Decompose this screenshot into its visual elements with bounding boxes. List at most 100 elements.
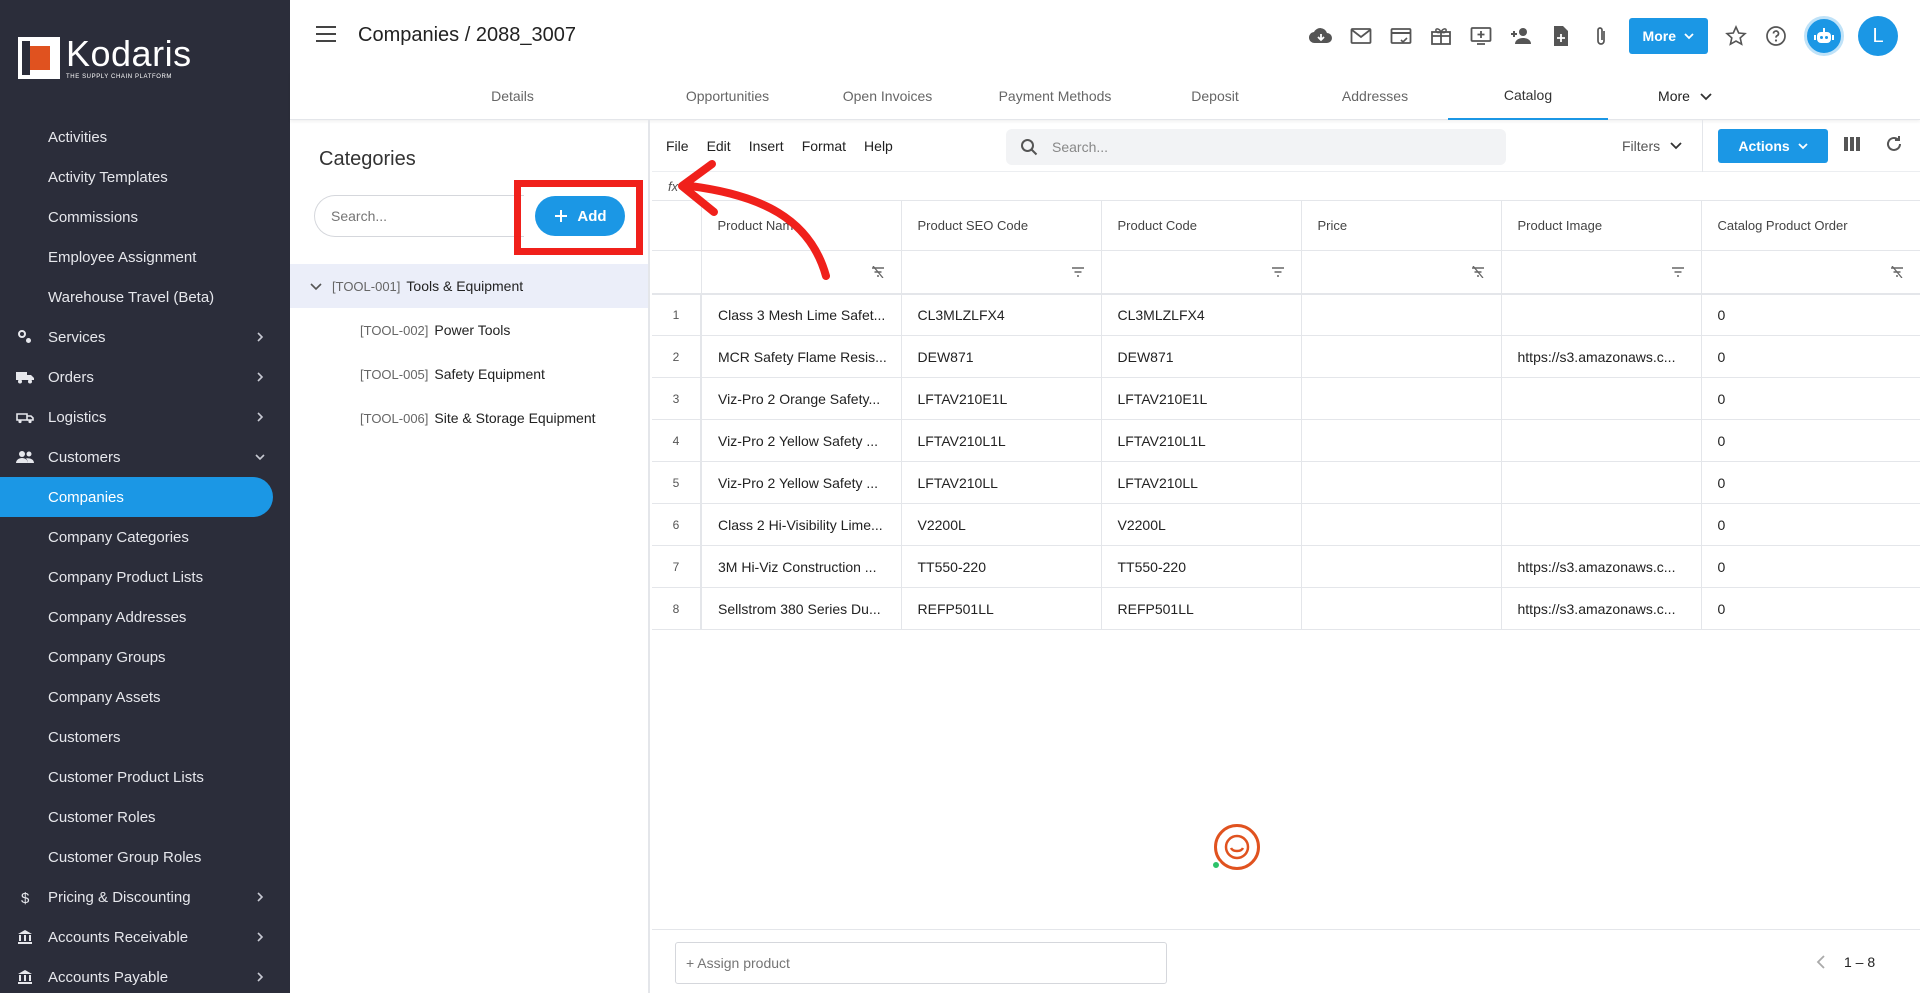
cell-image[interactable]	[1501, 503, 1702, 546]
cell-seo[interactable]: LFTAV210L1L	[901, 419, 1102, 462]
table-row[interactable]: 1 Class 3 Mesh Lime Safet... CL3MLZLFX4 CL3…	[652, 293, 1920, 336]
sidebar-item-customer-group-roles[interactable]: Customer Group Roles	[0, 837, 290, 877]
cell-name[interactable]: Sellstrom 380 Series Du...	[701, 587, 902, 630]
cell-seo[interactable]: REFP501LL	[901, 587, 1102, 630]
cell-seo[interactable]: DEW871	[901, 335, 1102, 378]
columns-icon[interactable]	[1842, 134, 1862, 154]
add-screen-icon[interactable]	[1461, 17, 1501, 55]
cell-price[interactable]	[1301, 335, 1502, 378]
filter-clear-icon[interactable]	[871, 265, 885, 281]
sidebar-item-company-assets[interactable]: Company Assets	[0, 677, 290, 717]
menu-file[interactable]: File	[666, 138, 689, 154]
table-row[interactable]: 5 Viz-Pro 2 Yellow Safety ... LFTAV210LL LF…	[652, 461, 1920, 504]
filter-cell[interactable]	[901, 250, 1102, 295]
filter-icon[interactable]	[1271, 265, 1285, 281]
column-header-product-name[interactable]: Product Name	[701, 200, 902, 251]
star-icon[interactable]	[1716, 17, 1756, 55]
sidebar-item-warehouse-travel-beta[interactable]: Warehouse Travel (Beta)	[0, 277, 290, 317]
column-header-product-seo-code[interactable]: Product SEO Code	[901, 200, 1102, 251]
tab-more[interactable]: More	[1610, 72, 1760, 120]
cell-image[interactable]: https://s3.amazonaws.c...	[1501, 587, 1702, 630]
cell-price[interactable]	[1301, 461, 1502, 504]
cell-price[interactable]	[1301, 545, 1502, 588]
sidebar-item-activities[interactable]: Activities	[0, 117, 290, 157]
cell-image[interactable]	[1501, 419, 1702, 462]
cell-seo[interactable]: LFTAV210LL	[901, 461, 1102, 504]
chevron-left-icon[interactable]	[1816, 955, 1826, 969]
cell-image[interactable]: https://s3.amazonaws.c...	[1501, 335, 1702, 378]
actions-button[interactable]: Actions	[1718, 129, 1828, 163]
cell-order[interactable]: 0	[1701, 461, 1920, 504]
cell-image[interactable]: https://s3.amazonaws.c...	[1501, 545, 1702, 588]
cell-name[interactable]: Viz-Pro 2 Yellow Safety ...	[701, 461, 902, 504]
cell-image[interactable]	[1501, 293, 1702, 336]
sidebar-item-services[interactable]: Services	[0, 317, 290, 357]
menu-help[interactable]: Help	[864, 138, 893, 154]
filter-icon[interactable]	[1071, 265, 1085, 281]
filter-cell[interactable]	[1701, 250, 1920, 295]
filter-clear-icon[interactable]	[1890, 265, 1904, 281]
category-tools-equipment[interactable]: [TOOL-001] Tools & Equipment	[290, 264, 648, 308]
sidebar-item-customer-roles[interactable]: Customer Roles	[0, 797, 290, 837]
cell-seo[interactable]: V2200L	[901, 503, 1102, 546]
more-button[interactable]: More	[1628, 18, 1708, 54]
cell-code[interactable]: LFTAV210E1L	[1101, 377, 1302, 420]
filter-clear-icon[interactable]	[1471, 265, 1485, 281]
cell-order[interactable]: 0	[1701, 587, 1920, 630]
new-document-icon[interactable]	[1541, 17, 1581, 55]
cell-order[interactable]: 0	[1701, 335, 1920, 378]
table-row[interactable]: 4 Viz-Pro 2 Yellow Safety ... LFTAV210L1L L…	[652, 419, 1920, 462]
cell-price[interactable]	[1301, 587, 1502, 630]
table-row[interactable]: 3 Viz-Pro 2 Orange Safety... LFTAV210E1L LF…	[652, 377, 1920, 420]
cell-name[interactable]: Viz-Pro 2 Orange Safety...	[701, 377, 902, 420]
cell-code[interactable]: DEW871	[1101, 335, 1302, 378]
attachment-icon[interactable]	[1581, 17, 1621, 55]
table-row[interactable]: 8 Sellstrom 380 Series Du... REFP501LL REFP…	[652, 587, 1920, 630]
cell-seo[interactable]: CL3MLZLFX4	[901, 293, 1102, 336]
formula-bar[interactable]: fx	[652, 172, 1920, 200]
sidebar-item-customer-product-lists[interactable]: Customer Product Lists	[0, 757, 290, 797]
cell-price[interactable]	[1301, 293, 1502, 336]
help-icon[interactable]	[1756, 17, 1796, 55]
table-row[interactable]: 2 MCR Safety Flame Resis... DEW871 DEW871 ht…	[652, 335, 1920, 378]
sidebar-item-commissions[interactable]: Commissions	[0, 197, 290, 237]
sidebar-item-customers[interactable]: Customers	[0, 437, 290, 477]
cell-code[interactable]: REFP501LL	[1101, 587, 1302, 630]
menu-edit[interactable]: Edit	[707, 138, 731, 154]
refresh-icon[interactable]	[1884, 134, 1904, 154]
column-header-catalog-product-order[interactable]: Catalog Product Order	[1701, 200, 1920, 251]
cell-seo[interactable]: TT550-220	[901, 545, 1102, 588]
cell-code[interactable]: LFTAV210LL	[1101, 461, 1302, 504]
chevron-down-icon[interactable]	[310, 278, 322, 294]
table-row[interactable]: 6 Class 2 Hi-Visibility Lime... V2200L V220…	[652, 503, 1920, 546]
sidebar-item-activity-templates[interactable]: Activity Templates	[0, 157, 290, 197]
filters-dropdown[interactable]: Filters	[1622, 138, 1682, 154]
assign-product-input[interactable]	[675, 942, 1167, 984]
menu-format[interactable]: Format	[802, 138, 846, 154]
cell-price[interactable]	[1301, 377, 1502, 420]
sidebar-item-company-product-lists[interactable]: Company Product Lists	[0, 557, 290, 597]
mail-icon[interactable]	[1341, 17, 1381, 55]
cell-order[interactable]: 0	[1701, 503, 1920, 546]
sidebar-item-company-addresses[interactable]: Company Addresses	[0, 597, 290, 637]
cell-name[interactable]: MCR Safety Flame Resis...	[701, 335, 902, 378]
sidebar-item-orders[interactable]: Orders	[0, 357, 290, 397]
column-header-price[interactable]: Price	[1301, 200, 1502, 251]
tab-details[interactable]: Details	[410, 72, 615, 120]
cell-name[interactable]: Viz-Pro 2 Yellow Safety ...	[701, 419, 902, 462]
column-header-product-image[interactable]: Product Image	[1501, 200, 1702, 251]
categories-search-input[interactable]	[314, 195, 524, 237]
cell-code[interactable]: V2200L	[1101, 503, 1302, 546]
cell-seo[interactable]: LFTAV210E1L	[901, 377, 1102, 420]
cell-code[interactable]: CL3MLZLFX4	[1101, 293, 1302, 336]
category-safety-equipment[interactable]: [TOOL-005] Safety Equipment	[290, 352, 648, 396]
category-site-storage-equipment[interactable]: [TOOL-006] Site & Storage Equipment	[290, 396, 648, 440]
payment-icon[interactable]	[1381, 17, 1421, 55]
table-row[interactable]: 7 3M Hi-Viz Construction ... TT550-220 TT55…	[652, 545, 1920, 588]
sidebar-item-customers[interactable]: Customers	[0, 717, 290, 757]
cell-price[interactable]	[1301, 503, 1502, 546]
filter-cell[interactable]	[1101, 250, 1302, 295]
menu-insert[interactable]: Insert	[749, 138, 784, 154]
user-avatar[interactable]: L	[1858, 16, 1898, 56]
add-person-icon[interactable]	[1501, 17, 1541, 55]
